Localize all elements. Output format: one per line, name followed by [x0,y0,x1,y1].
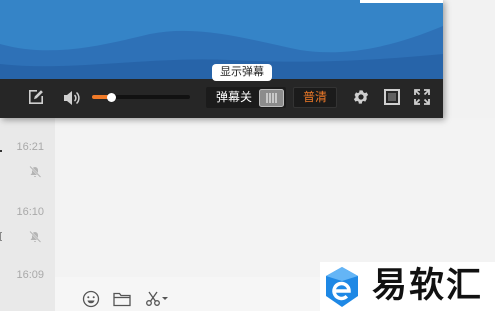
web-fullscreen-icon[interactable] [384,89,400,105]
muted-bell-icon [29,166,41,178]
danmaku-switch[interactable]: 弹幕关 [206,87,286,108]
timestamp: 16:21 [16,141,44,153]
conversation-list-item[interactable]: 16:09 [0,257,55,311]
chat-message-area[interactable] [55,118,495,277]
player-control-bar: 弹幕关 普清 [0,79,443,118]
emoji-icon[interactable] [82,290,100,308]
watermark-text: 易软汇 [372,266,484,305]
app-window: 16:21 16:10 16:09 弹幕关 普清 显示弹幕 易软汇 [0,0,495,311]
timestamp: 16:09 [16,269,44,281]
conversation-list-item[interactable]: 16:21 [0,129,55,193]
e-logo-icon [322,265,362,309]
video-content-strip [360,0,443,3]
gear-icon[interactable] [352,88,370,106]
edit-icon[interactable] [28,89,44,105]
danmaku-toggle-icon[interactable] [259,88,284,107]
folder-icon[interactable] [113,291,131,307]
timestamp: 16:10 [16,206,44,218]
muted-bell-icon [29,231,41,243]
volume-slider-knob[interactable] [107,92,117,102]
conversation-list-item[interactable]: 16:10 [0,194,55,258]
quality-button[interactable]: 普清 [293,87,337,108]
watermark: 易软汇 [320,262,495,311]
scissors-icon[interactable] [145,291,161,307]
video-player: 弹幕关 普清 显示弹幕 [0,0,443,118]
fullscreen-icon[interactable] [414,89,430,105]
conversation-sidebar: 16:21 16:10 16:09 [0,118,55,311]
chevron-down-icon[interactable] [162,297,168,300]
volume-icon[interactable] [63,90,81,106]
danmaku-tooltip: 显示弹幕 [212,64,272,81]
danmaku-label: 弹幕关 [216,90,253,104]
volume-slider[interactable] [92,92,190,102]
